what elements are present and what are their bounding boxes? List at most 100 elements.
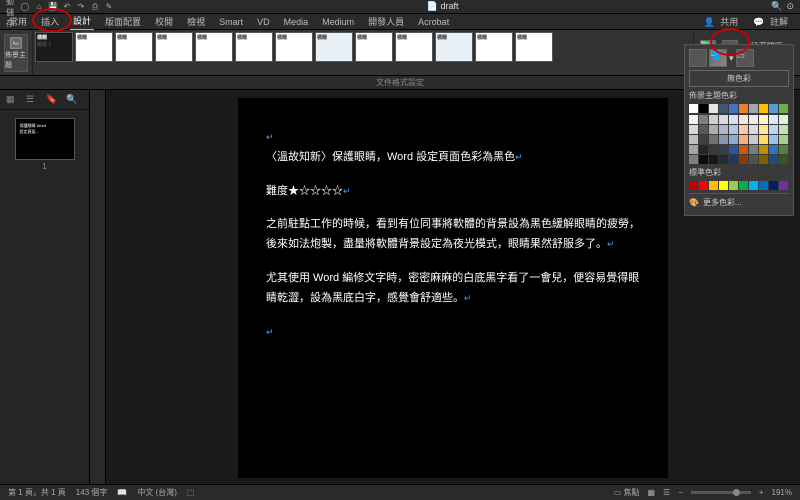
tab-medium[interactable]: Medium	[319, 15, 357, 29]
theme-gallery[interactable]: 標題標題 1 標題 標題 標題 標題 標題 標題 標題 標題 標題 標題 標題 …	[33, 30, 693, 75]
color-swatch[interactable]	[779, 145, 788, 154]
doc-paragraph-1[interactable]: 之前駐點工作的時候，看到有位同事將軟體的背景設為黑色緩解眼睛的疲勞，後來如法炮製…	[266, 215, 640, 255]
theme-item[interactable]: 標題	[395, 32, 433, 62]
color-swatch[interactable]	[779, 125, 788, 134]
color-swatch[interactable]	[719, 181, 728, 190]
spellcheck-icon[interactable]: 📖	[117, 488, 127, 497]
color-swatch[interactable]	[719, 155, 728, 164]
doc-paragraph-2[interactable]: 尤其使用 Word 編修文字時，密密麻麻的白底黑字看了一會兒，便容易覺得眼睛乾澀…	[266, 269, 640, 309]
color-swatch[interactable]	[739, 135, 748, 144]
color-swatch[interactable]	[759, 155, 768, 164]
tab-vd[interactable]: VD	[254, 15, 273, 29]
color-swatch[interactable]	[749, 145, 758, 154]
view-print-icon[interactable]: ▦	[647, 488, 655, 497]
color-swatch[interactable]	[739, 181, 748, 190]
color-swatch[interactable]	[689, 104, 698, 113]
doc-difficulty[interactable]: 難度★☆☆☆☆↵	[266, 182, 640, 202]
color-swatch[interactable]	[749, 155, 758, 164]
tab-review[interactable]: 校閱	[152, 13, 176, 30]
overflow-icon[interactable]: ⊙	[786, 1, 794, 12]
color-swatch[interactable]	[719, 125, 728, 134]
theme-item[interactable]: 標題	[195, 32, 233, 62]
zoom-out-icon[interactable]: −	[678, 488, 683, 497]
color-swatch[interactable]	[739, 115, 748, 124]
color-swatch[interactable]	[689, 181, 698, 190]
dropdown-icon[interactable]: ▾	[729, 53, 734, 64]
color-swatch[interactable]	[709, 115, 718, 124]
color-swatch[interactable]	[729, 181, 738, 190]
color-swatch[interactable]	[779, 181, 788, 190]
color-swatch[interactable]	[709, 135, 718, 144]
color-swatch[interactable]	[779, 135, 788, 144]
tab-developer[interactable]: 開發人員	[365, 13, 407, 30]
zoom-slider[interactable]	[691, 491, 751, 494]
color-swatch[interactable]	[779, 115, 788, 124]
thumbnails-tab-icon[interactable]: ▦	[6, 94, 18, 106]
tab-insert[interactable]: 插入	[38, 13, 62, 30]
save-icon[interactable]: 💾	[48, 2, 58, 12]
tab-view[interactable]: 檢視	[184, 13, 208, 30]
theme-item[interactable]: 標題	[435, 32, 473, 62]
color-swatch[interactable]	[709, 145, 718, 154]
page-color-button[interactable]: 🪣	[709, 49, 727, 67]
color-swatch[interactable]	[769, 125, 778, 134]
brush-icon[interactable]: ✎	[104, 2, 114, 12]
color-swatch[interactable]	[759, 135, 768, 144]
tab-smart[interactable]: Smart	[216, 15, 246, 29]
color-swatch[interactable]	[739, 125, 748, 134]
share-button[interactable]: 👤 共用	[701, 13, 745, 30]
color-swatch[interactable]	[729, 104, 738, 113]
color-swatch[interactable]	[699, 104, 708, 113]
themes-button[interactable]: Aa 佈景主題	[4, 34, 28, 72]
color-swatch[interactable]	[699, 115, 708, 124]
color-swatch[interactable]	[729, 115, 738, 124]
color-swatch[interactable]	[749, 181, 758, 190]
color-swatch[interactable]	[759, 125, 768, 134]
home-icon[interactable]: ⌂	[34, 2, 44, 12]
comments-button[interactable]: 💬 註解	[750, 13, 794, 30]
tab-acrobat[interactable]: Acrobat	[415, 15, 452, 29]
print-icon[interactable]: ⎙	[90, 2, 100, 12]
color-swatch[interactable]	[759, 115, 768, 124]
no-color-option[interactable]: 無色彩	[689, 70, 789, 87]
color-swatch[interactable]	[709, 155, 718, 164]
language-status[interactable]: 中文 (台灣)	[137, 487, 177, 498]
theme-item[interactable]: 標題	[515, 32, 553, 62]
color-swatch[interactable]	[689, 155, 698, 164]
color-swatch[interactable]	[729, 125, 738, 134]
color-swatch[interactable]	[719, 145, 728, 154]
theme-item[interactable]: 標題	[355, 32, 393, 62]
theme-item[interactable]: 標題	[115, 32, 153, 62]
theme-item[interactable]: 標題	[315, 32, 353, 62]
color-swatch[interactable]	[699, 155, 708, 164]
color-swatch[interactable]	[689, 135, 698, 144]
color-swatch[interactable]	[739, 104, 748, 113]
color-swatch[interactable]	[699, 181, 708, 190]
color-swatch[interactable]	[709, 125, 718, 134]
color-swatch[interactable]	[769, 181, 778, 190]
color-swatch[interactable]	[749, 104, 758, 113]
tab-design[interactable]: 設計	[70, 12, 94, 31]
color-swatch[interactable]	[719, 104, 728, 113]
focus-mode[interactable]: ▭ 焦點	[614, 487, 640, 498]
theme-item[interactable]: 標題	[75, 32, 113, 62]
tab-media[interactable]: Media	[281, 15, 312, 29]
accessibility-icon[interactable]: ⬚	[187, 488, 195, 497]
doc-title-line[interactable]: 〈溫故知新〉保護眼睛，Word 設定頁面色彩為黑色↵	[266, 148, 640, 168]
search-tab-icon[interactable]: 🔍	[66, 94, 78, 106]
color-swatch[interactable]	[769, 145, 778, 154]
zoom-level[interactable]: 191%	[772, 488, 792, 497]
color-swatch[interactable]	[749, 125, 758, 134]
color-swatch[interactable]	[779, 104, 788, 113]
color-swatch[interactable]	[739, 155, 748, 164]
autosave-switch-icon[interactable]: ◯	[20, 2, 30, 12]
page-thumbnail[interactable]: 保護眼睛 Word設定頁面...	[15, 118, 75, 160]
color-swatch[interactable]	[699, 125, 708, 134]
search-icon[interactable]: 🔍	[771, 1, 782, 12]
color-swatch[interactable]	[719, 115, 728, 124]
page-count[interactable]: 第 1 頁，共 1 頁	[8, 487, 66, 498]
theme-item[interactable]: 標題	[275, 32, 313, 62]
theme-item[interactable]: 標題	[155, 32, 193, 62]
color-swatch[interactable]	[699, 145, 708, 154]
theme-item[interactable]: 標題	[235, 32, 273, 62]
